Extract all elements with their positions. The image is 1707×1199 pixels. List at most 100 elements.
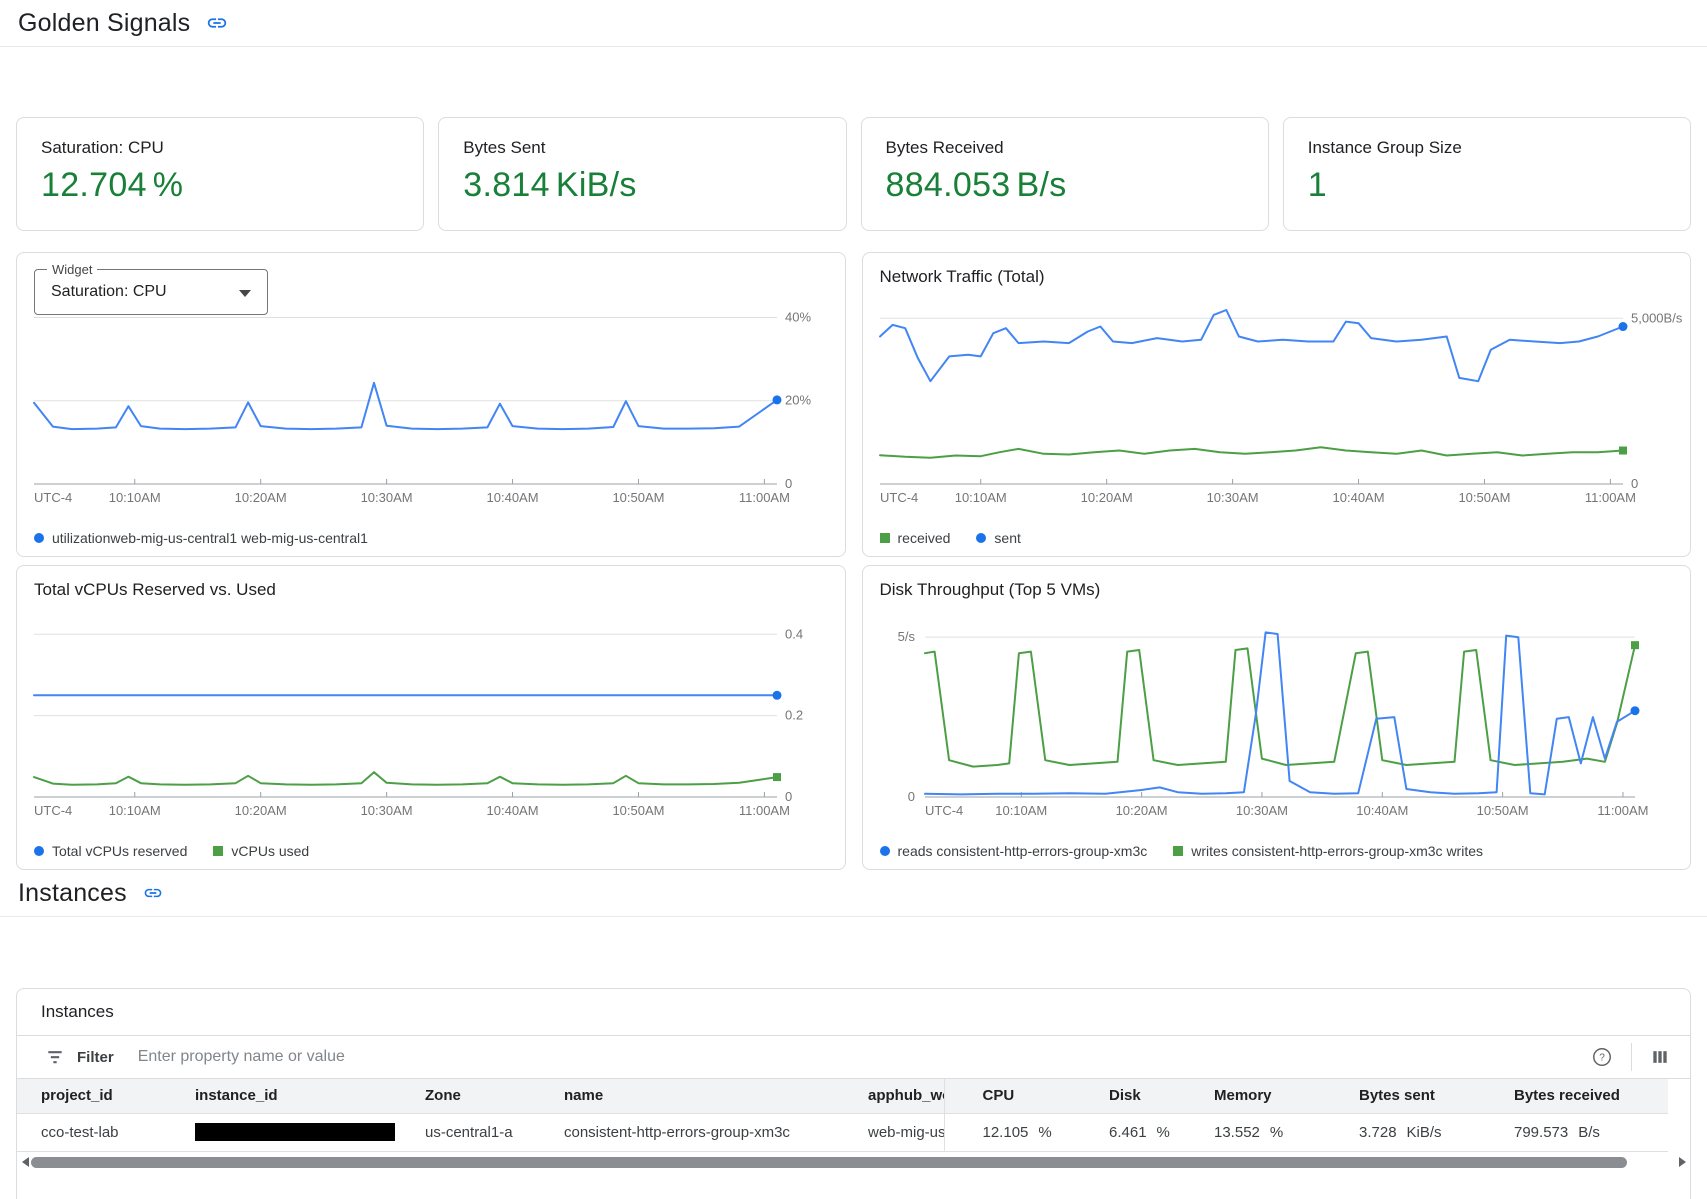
legend-dot-icon xyxy=(34,846,44,856)
column-header-project-id[interactable]: project_id xyxy=(17,1079,195,1113)
svg-text:10:30AM: 10:30AM xyxy=(361,803,413,818)
legend-square-icon xyxy=(880,533,890,543)
svg-text:10:40AM: 10:40AM xyxy=(1356,803,1408,818)
column-header-zone[interactable]: Zone xyxy=(425,1079,564,1113)
section-link-icon[interactable] xyxy=(143,883,163,903)
svg-text:UTC-4: UTC-4 xyxy=(925,803,963,818)
cell-cpu: 12.105% xyxy=(944,1113,1109,1151)
scorecard-bytes-sent: Bytes Sent 3.814KiB/s xyxy=(438,117,846,231)
cell-bytes-received: 799.573B/s xyxy=(1514,1113,1668,1151)
scroll-left-arrow[interactable] xyxy=(19,1155,31,1169)
dropdown-arrow-icon xyxy=(239,290,251,297)
widget-selector-label: Widget xyxy=(47,262,97,277)
help-button[interactable]: ? xyxy=(1587,1042,1617,1072)
scrollbar-thumb[interactable] xyxy=(31,1157,1627,1168)
cell-project-id: cco-test-lab xyxy=(17,1113,195,1151)
filter-input[interactable] xyxy=(138,1048,1587,1066)
scorecard-label: Bytes Received xyxy=(886,138,1004,158)
column-header-name[interactable]: name xyxy=(564,1079,868,1113)
instances-card-title: Instances xyxy=(17,989,1690,1036)
svg-text:11:00AM: 11:00AM xyxy=(739,490,790,505)
svg-text:10:20AM: 10:20AM xyxy=(1115,803,1167,818)
column-display-button[interactable] xyxy=(1646,1043,1674,1071)
column-header-bytes-received[interactable]: Bytes received xyxy=(1514,1079,1668,1113)
svg-text:10:10AM: 10:10AM xyxy=(954,490,1006,505)
scrollbar-track[interactable] xyxy=(31,1157,1676,1168)
scorecard-bytes-received: Bytes Received 884.053B/s xyxy=(861,117,1269,231)
chart-title: Total vCPUs Reserved vs. Used xyxy=(34,580,276,600)
horizontal-scrollbar xyxy=(19,1155,1688,1169)
section-link-icon[interactable] xyxy=(206,12,228,34)
filter-label[interactable]: Filter xyxy=(77,1049,114,1066)
legend-dot-icon xyxy=(34,533,44,543)
svg-text:10:20AM: 10:20AM xyxy=(235,490,287,505)
network-traffic-chart: 5,000B/s010:10AM10:20AM10:30AM10:40AM10:… xyxy=(863,297,1692,517)
legend-item[interactable]: sent xyxy=(976,530,1020,546)
chart-title: Disk Throughput (Top 5 VMs) xyxy=(880,580,1101,600)
column-header-bytes-sent[interactable]: Bytes sent xyxy=(1359,1079,1514,1113)
legend-item[interactable]: Total vCPUs reserved xyxy=(34,843,187,859)
svg-text:5/s: 5/s xyxy=(897,629,915,644)
table-row[interactable]: cco-test-lab us-central1-a consistent-ht… xyxy=(17,1113,1668,1151)
column-header-cpu[interactable]: CPU xyxy=(944,1079,1109,1113)
cell-bytes-sent: 3.728KiB/s xyxy=(1359,1113,1514,1151)
table-header-row: project_id instance_id Zone name apphub_… xyxy=(17,1079,1668,1113)
svg-text:11:00AM: 11:00AM xyxy=(1597,803,1648,818)
cell-instance-id xyxy=(195,1113,425,1151)
svg-text:0.2: 0.2 xyxy=(785,708,803,723)
scorecard-value: 1 xyxy=(1308,166,1333,205)
svg-text:?: ? xyxy=(1599,1053,1605,1064)
legend-item[interactable]: reads consistent-http-errors-group-xm3c xyxy=(880,843,1148,859)
disk-throughput-chart: 5/s010:10AM10:20AM10:30AM10:40AM10:50AM1… xyxy=(863,610,1692,830)
scorecard-instance-group-size: Instance Group Size 1 xyxy=(1283,117,1691,231)
chart-row-1: Widget Saturation: CPU 40%20%010:10AM10:… xyxy=(16,252,1691,557)
legend-item[interactable]: utilizationweb-mig-us-central1 web-mig-u… xyxy=(34,530,368,546)
column-header-instance-id[interactable]: instance_id xyxy=(195,1079,425,1113)
svg-text:10:40AM: 10:40AM xyxy=(487,490,539,505)
svg-text:0: 0 xyxy=(785,476,792,491)
svg-text:11:00AM: 11:00AM xyxy=(1584,490,1635,505)
svg-text:10:30AM: 10:30AM xyxy=(361,490,413,505)
legend-label: Total vCPUs reserved xyxy=(52,843,187,859)
legend-square-icon xyxy=(213,846,223,856)
filter-bar: Filter ? xyxy=(17,1036,1690,1079)
help-icon: ? xyxy=(1591,1046,1613,1068)
column-header-memory[interactable]: Memory xyxy=(1214,1079,1359,1113)
svg-text:10:50AM: 10:50AM xyxy=(1458,490,1510,505)
legend-dot-icon xyxy=(880,846,890,856)
cell-zone: us-central1-a xyxy=(425,1113,564,1151)
legend-item[interactable]: writes consistent-http-errors-group-xm3c… xyxy=(1173,843,1483,859)
scorecard-label: Saturation: CPU xyxy=(41,138,164,158)
svg-text:40%: 40% xyxy=(785,309,811,324)
svg-text:11:00AM: 11:00AM xyxy=(739,803,790,818)
legend-item[interactable]: vCPUs used xyxy=(213,843,309,859)
scroll-right-arrow[interactable] xyxy=(1676,1155,1688,1169)
cpu-utilization-chart: 40%20%010:10AM10:20AM10:30AM10:40AM10:50… xyxy=(17,297,846,517)
vertical-divider xyxy=(1631,1043,1632,1071)
golden-signals-header: Golden Signals xyxy=(0,0,1707,47)
svg-text:10:50AM: 10:50AM xyxy=(1476,803,1528,818)
scorecards-row: Saturation: CPU 12.704% Bytes Sent 3.814… xyxy=(16,117,1691,231)
vcpus-chart-card: Total vCPUs Reserved vs. Used 0.40.2010:… xyxy=(16,565,846,870)
column-header-apphub-workload[interactable]: apphub_wo xyxy=(868,1079,944,1113)
legend-label: sent xyxy=(994,530,1020,546)
page-title: Golden Signals xyxy=(18,9,190,38)
svg-text:10:50AM: 10:50AM xyxy=(612,803,664,818)
legend-label: reads consistent-http-errors-group-xm3c xyxy=(898,843,1148,859)
dashboard-page: Golden Signals Saturation: CPU 12.704% B… xyxy=(0,0,1707,1199)
legend-item[interactable]: received xyxy=(880,530,951,546)
cell-apphub-workload: web-mig-us- xyxy=(868,1113,944,1151)
disk-throughput-chart-card: Disk Throughput (Top 5 VMs) 5/s010:10AM1… xyxy=(862,565,1692,870)
svg-text:UTC-4: UTC-4 xyxy=(34,490,72,505)
legend-label: received xyxy=(898,530,951,546)
column-header-disk[interactable]: Disk xyxy=(1109,1079,1214,1113)
scorecard-label: Bytes Sent xyxy=(463,138,545,158)
svg-text:10:40AM: 10:40AM xyxy=(1332,490,1384,505)
network-traffic-chart-card: Network Traffic (Total) 5,000B/s010:10AM… xyxy=(862,252,1692,557)
legend-label: writes consistent-http-errors-group-xm3c… xyxy=(1191,843,1483,859)
vcpus-chart: 0.40.2010:10AM10:20AM10:30AM10:40AM10:50… xyxy=(17,610,846,830)
svg-text:5,000B/s: 5,000B/s xyxy=(1631,310,1683,325)
svg-text:10:10AM: 10:10AM xyxy=(109,490,161,505)
instances-table-card: Instances Filter ? xyxy=(16,988,1691,1199)
svg-text:10:40AM: 10:40AM xyxy=(487,803,539,818)
